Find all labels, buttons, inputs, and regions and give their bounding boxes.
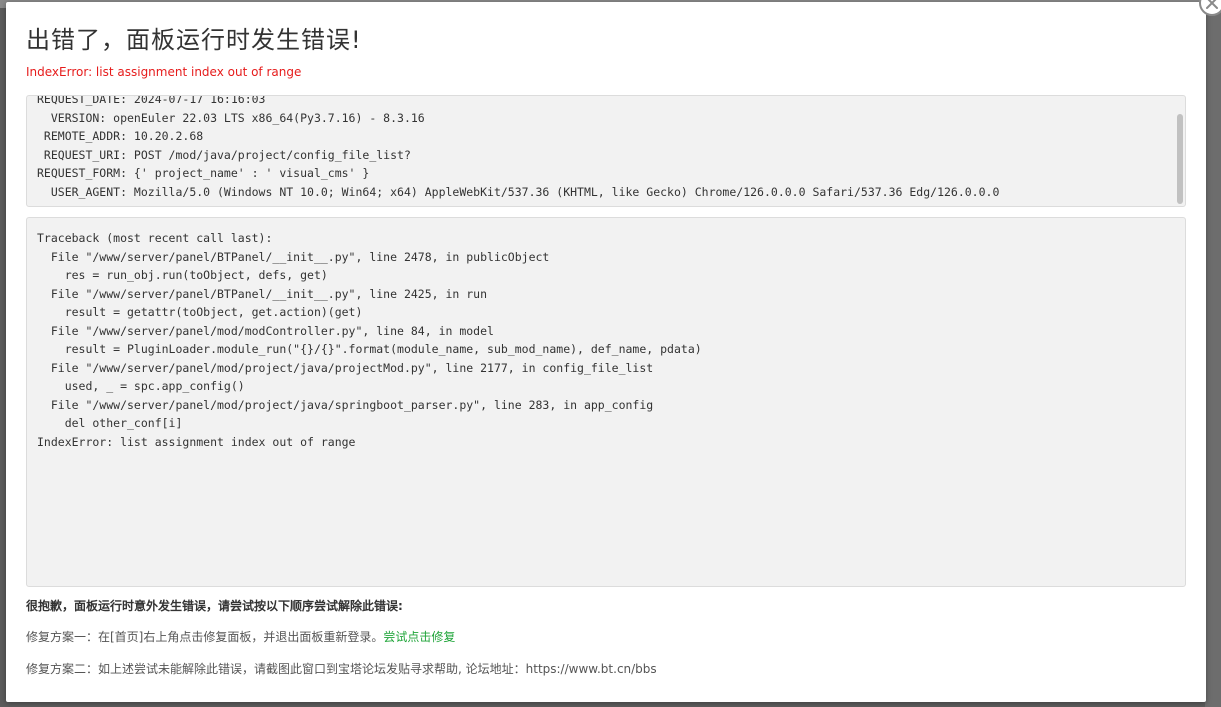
request-info-line: USER_AGENT: Mozilla/5.0 (Windows NT 10.0… xyxy=(37,184,1000,199)
traceback-line: res = run_obj.run(toObject, defs, get) xyxy=(37,268,328,282)
request-info-line: VERSION: openEuler 22.03 LTS x86_64(Py3.… xyxy=(37,110,425,125)
request-info-line: REMOTE_ADDR: 10.20.2.68 xyxy=(37,129,204,143)
try-repair-link[interactable]: 尝试点击修复 xyxy=(383,630,455,644)
traceback-line: File "/www/server/panel/BTPanel/__init__… xyxy=(37,286,488,301)
close-button[interactable] xyxy=(1199,0,1221,16)
traceback-line: File "/www/server/panel/mod/modControlle… xyxy=(37,323,494,338)
traceback-lines: Traceback (most recent call last): File … xyxy=(37,229,702,451)
solution-one: 修复方案一：在[首页]右上角点击修复面板，并退出面板重新登录。尝试点击修复 xyxy=(26,628,455,645)
request-info-line: REQUEST_URI: POST /mod/java/project/conf… xyxy=(37,147,411,162)
solution-one-text: 修复方案一：在[首页]右上角点击修复面板，并退出面板重新登录。 xyxy=(26,630,384,644)
error-dialog: 出错了，面板运行时发生错误! IndexError: list assignme… xyxy=(6,0,1221,702)
request-info-lines: REQUEST_DATE: 2024-07-17 16:16:03 VERSIO… xyxy=(37,95,1000,201)
traceback-line: result = getattr(toObject, get.action)(g… xyxy=(37,305,363,319)
background-overlay xyxy=(1205,0,1221,707)
traceback-line: File "/www/server/panel/mod/project/java… xyxy=(37,360,654,375)
help-intro: 很抱歉，面板运行时意外发生错误，请尝试按以下顺序尝试解除此错误: xyxy=(26,599,403,613)
traceback-line: used, _ = spc.app_config() xyxy=(37,379,245,393)
traceback-line: IndexError: list assignment index out of… xyxy=(37,434,356,449)
request-info-line: REQUEST_DATE: 2024-07-17 16:16:03 xyxy=(37,95,266,106)
traceback-line: File "/www/server/panel/mod/project/java… xyxy=(37,397,654,412)
error-summary: IndexError: list assignment index out of… xyxy=(26,65,302,79)
traceback-box[interactable]: Traceback (most recent call last): File … xyxy=(26,217,1186,587)
traceback-line: del other_conf[i] xyxy=(37,416,183,430)
dialog-title: 出错了，面板运行时发生错误! xyxy=(26,26,362,54)
request-info-scrollbar[interactable] xyxy=(1177,114,1183,204)
traceback-line: result = PluginLoader.module_run("{}/{}"… xyxy=(37,342,702,356)
close-icon xyxy=(1206,0,1218,9)
traceback-line: Traceback (most recent call last): xyxy=(37,231,273,245)
request-info-line: REQUEST_FORM: {' project_name' : ' visua… xyxy=(37,166,370,180)
traceback-line: File "/www/server/panel/BTPanel/__init__… xyxy=(37,249,550,264)
request-info-box[interactable]: REQUEST_DATE: 2024-07-17 16:16:03 VERSIO… xyxy=(26,95,1186,207)
solution-two: 修复方案二：如上述尝试未能解除此错误，请截图此窗口到宝塔论坛发贴寻求帮助, 论坛… xyxy=(26,662,657,676)
